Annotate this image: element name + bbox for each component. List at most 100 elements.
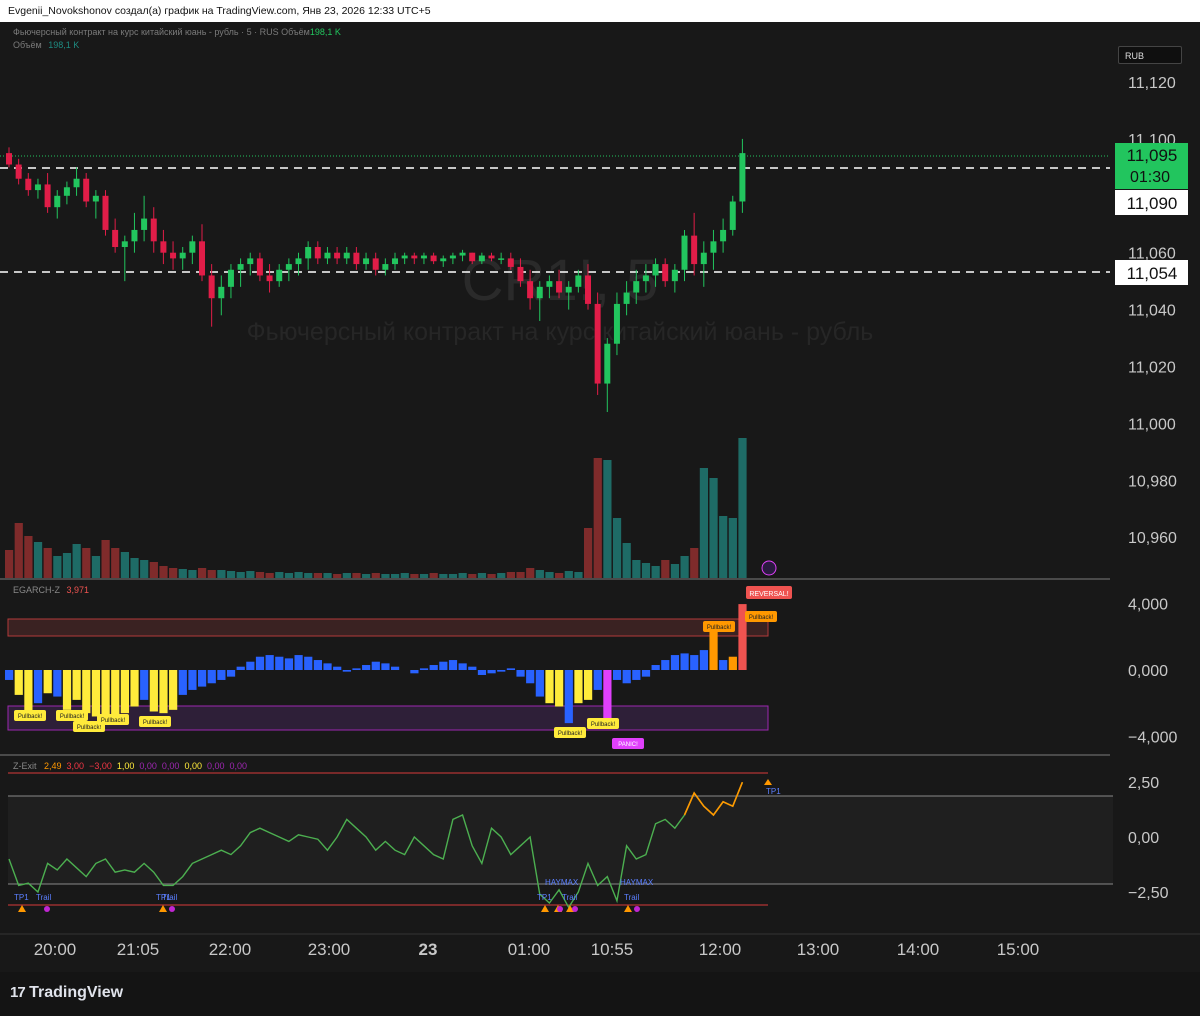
- egarch-bar: [323, 663, 332, 670]
- zexit-up-arrow: [764, 779, 772, 785]
- zexit-value: 0,00: [139, 761, 157, 771]
- volume-line-label: Объём: [13, 40, 42, 50]
- volume-bar: [680, 556, 689, 578]
- zexit-trail-label: Trail: [624, 893, 639, 902]
- egarch-bar: [468, 666, 477, 670]
- alert-icon: [761, 560, 777, 576]
- candle-body: [720, 229, 727, 242]
- panic-tag: PANIC!: [618, 742, 638, 748]
- volume-bar: [497, 573, 506, 578]
- volume-bar: [352, 573, 361, 578]
- volume-bar: [362, 574, 371, 578]
- zexit-trail-label: Trail: [162, 893, 177, 902]
- egarch-bar: [487, 670, 496, 674]
- price-tick-label: 10,980: [1128, 473, 1177, 490]
- volume-bar: [236, 572, 245, 578]
- candle-body: [63, 187, 70, 196]
- candle-body: [15, 164, 22, 179]
- egarch-bar: [574, 670, 583, 704]
- volume-bar: [198, 568, 207, 578]
- egarch-bar: [159, 670, 168, 714]
- candle-body: [739, 153, 746, 202]
- current-price-label: 11,095: [1127, 146, 1178, 165]
- volume-bar: [255, 572, 265, 578]
- volume-bar: [24, 536, 33, 578]
- egarch-bar: [352, 668, 361, 670]
- candle-body: [44, 184, 51, 208]
- volume-bar: [400, 573, 409, 578]
- volume-bar: [506, 572, 515, 578]
- egarch-bar: [680, 653, 689, 670]
- chart-canvas[interactable]: CR1!, 5Фьючерсный контракт на курс китай…: [0, 22, 1200, 972]
- zexit-signal-triangle: [624, 905, 632, 912]
- egarch-bar: [217, 670, 226, 680]
- zexit-band: [8, 796, 1113, 884]
- zexit-tp-label: TP1: [14, 893, 29, 902]
- reversal-tag: REVERSAL!: [749, 591, 788, 598]
- egarch-bar: [43, 670, 52, 694]
- time-axis-label: 14:00: [897, 940, 940, 959]
- candle-body: [382, 264, 389, 270]
- volume-bar: [313, 573, 322, 578]
- volume-bar: [371, 573, 380, 578]
- volume-bar: [72, 544, 81, 578]
- egarch-bar: [255, 656, 265, 670]
- symbol-name: Фьючерсный контракт на курс китайский юа…: [13, 27, 279, 37]
- candle-body: [594, 303, 601, 384]
- time-axis-label: 22:00: [209, 940, 252, 959]
- time-axis-label: 12:00: [699, 940, 742, 959]
- candle-body: [517, 266, 524, 282]
- symbol-legend[interactable]: Фьючерсный контракт на курс китайский юа…: [13, 27, 341, 37]
- volume-bar: [53, 556, 62, 578]
- tradingview-logo[interactable]: 17 TradingView: [10, 984, 123, 1002]
- zexit-legend[interactable]: Z-Exit 2,49 3,00 −3,00 1,00 0,00 0,00 0,00 0,00…: [13, 761, 247, 771]
- candle-body: [613, 303, 620, 344]
- candle-body: [276, 269, 283, 282]
- candle-body: [392, 258, 398, 265]
- candle-body: [623, 292, 630, 304]
- pullback-tag: Pullback!: [60, 714, 85, 720]
- pullback-tag: Pullback!: [77, 725, 102, 731]
- volume-bar: [555, 573, 564, 578]
- candle-body: [112, 229, 119, 248]
- volume-bar: [728, 518, 737, 578]
- candle-body: [440, 258, 447, 262]
- egarch-bar: [564, 670, 573, 724]
- volume-bar: [468, 574, 477, 578]
- egarch-bar: [728, 656, 737, 670]
- chart-area[interactable]: CR1!, 5 Фьючерсный контракт на курс китай…: [0, 22, 1200, 972]
- zexit-value: 0,00: [206, 761, 225, 771]
- egarch-bar: [661, 660, 670, 670]
- volume-bar: [535, 570, 544, 578]
- candle-body: [160, 241, 167, 253]
- candle-body: [556, 281, 563, 293]
- volume-bar: [699, 468, 708, 578]
- volume-bar: [226, 571, 236, 578]
- volume-bar: [593, 458, 602, 578]
- egarch-bar: [410, 670, 419, 674]
- volume-bar: [275, 572, 284, 578]
- candle-body: [170, 252, 177, 259]
- candle-body: [565, 286, 572, 293]
- volume-bar: [304, 573, 313, 578]
- price-tick-label: 11,000: [1128, 416, 1176, 433]
- candle-body: [729, 201, 736, 230]
- volume-bar: [487, 574, 496, 578]
- volume-bar: [391, 574, 400, 578]
- price-tick-label: 11,020: [1128, 360, 1176, 377]
- watermark-name: Фьючерсный контракт на курс китайский юа…: [247, 318, 874, 346]
- egarch-tick-label: 0,000: [1128, 663, 1168, 680]
- zexit-tp-label: TP1: [766, 787, 781, 796]
- egarch-legend[interactable]: EGARCH-Z 3,971: [13, 585, 89, 595]
- currency-badge[interactable]: RUB: [1118, 46, 1182, 64]
- candle-body: [710, 241, 717, 253]
- pullback-tag: Pullback!: [707, 625, 732, 631]
- volume-bar: [651, 566, 660, 578]
- candle-body: [585, 275, 591, 304]
- egarch-name: EGARCH-Z: [13, 585, 60, 595]
- volume-legend[interactable]: Объём 198,1 K: [13, 40, 79, 50]
- volume-bar: [632, 560, 641, 578]
- candle-body: [536, 286, 543, 299]
- zexit-signal-dot: [557, 906, 563, 912]
- candle-body: [247, 258, 254, 265]
